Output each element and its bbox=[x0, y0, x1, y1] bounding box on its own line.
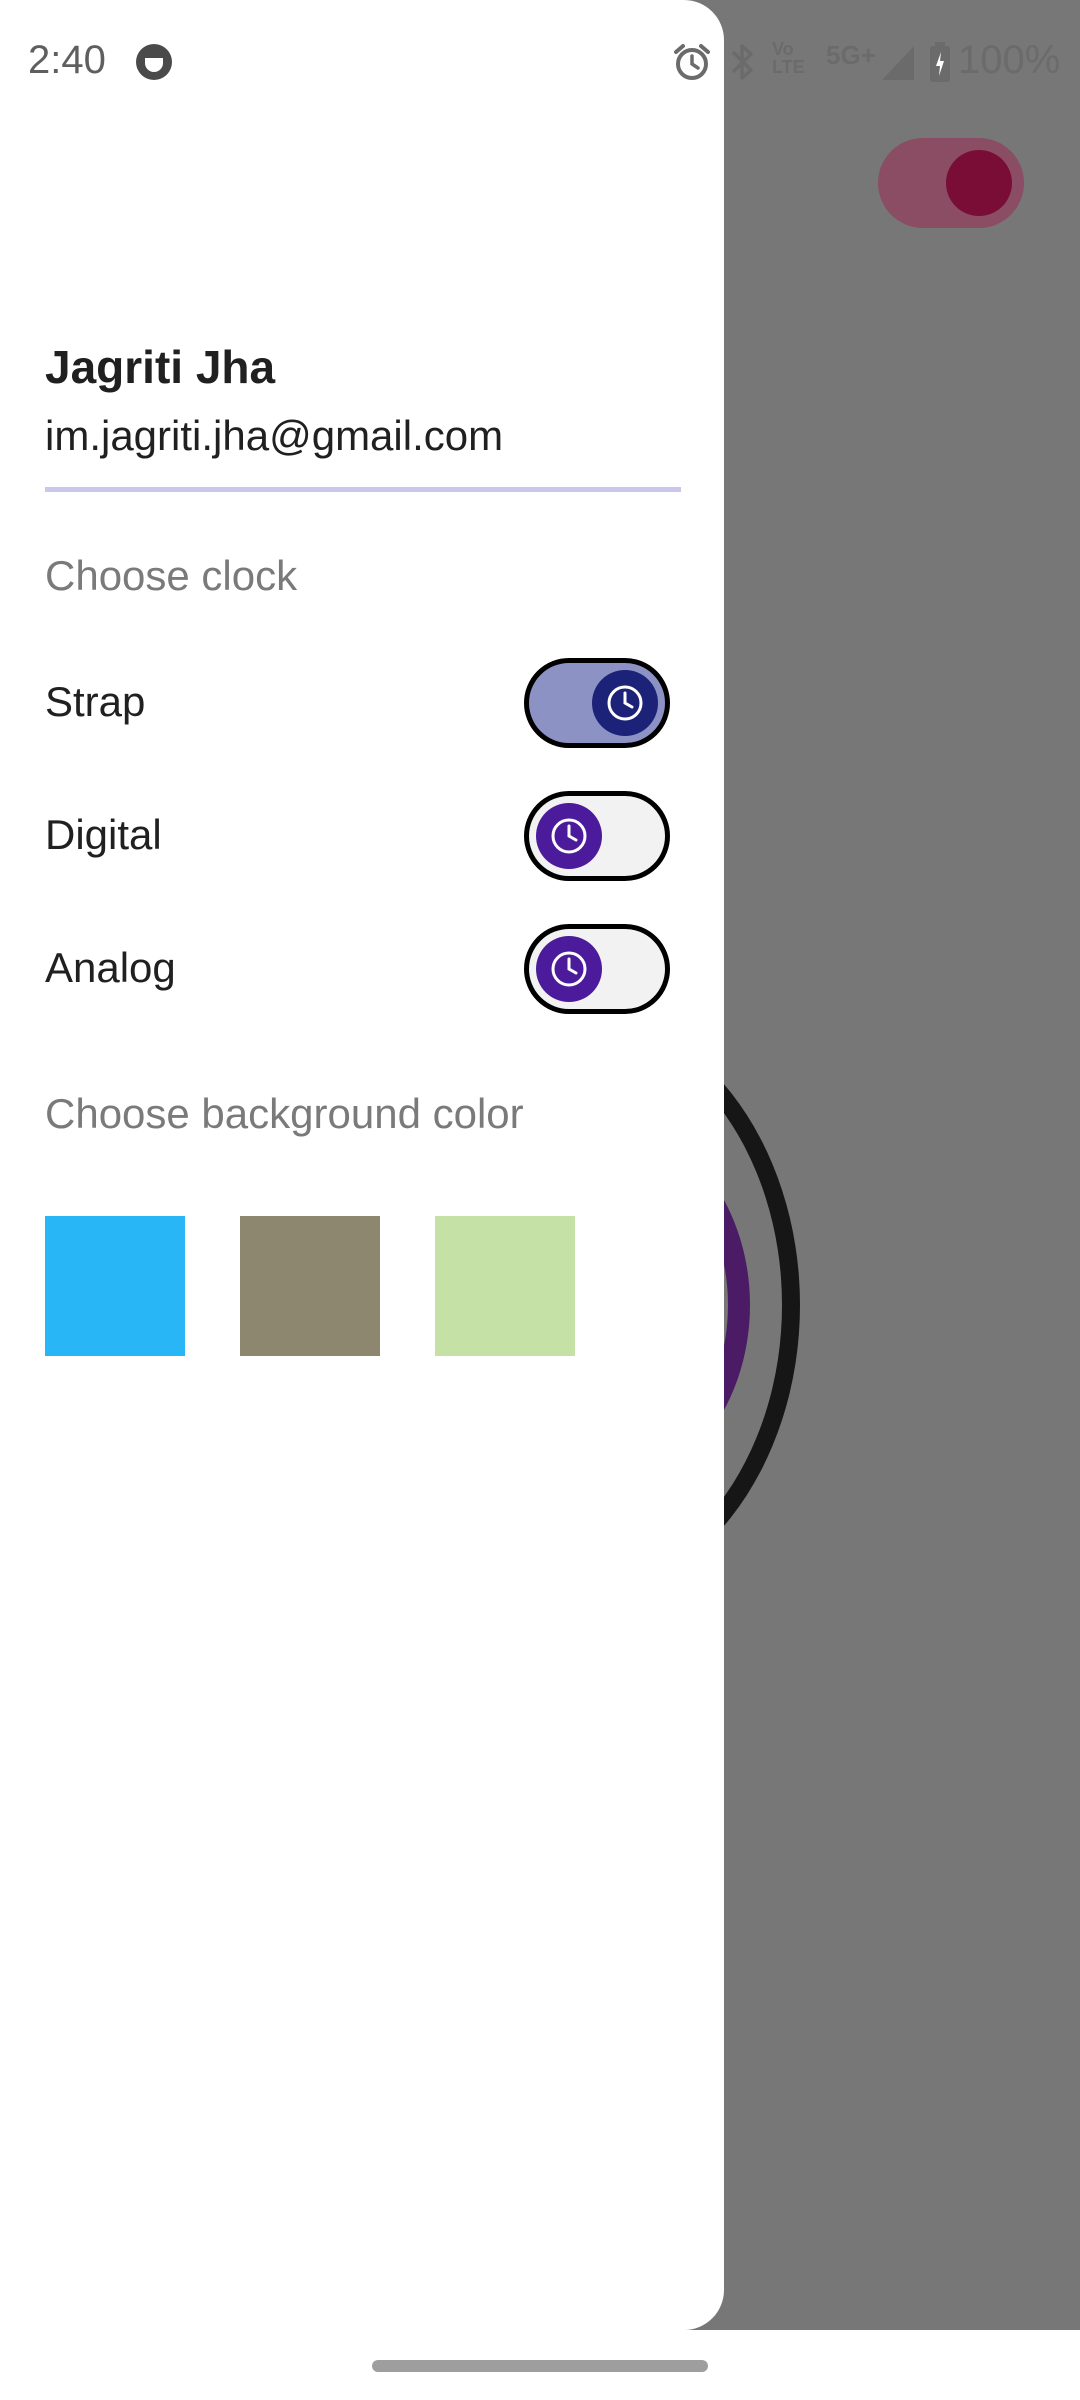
battery-percent: 100% bbox=[958, 38, 1061, 82]
clock-option-digital: Digital bbox=[0, 781, 724, 891]
volte-icon: Vo LTE bbox=[772, 39, 805, 77]
color-swatch-khaki[interactable] bbox=[240, 1216, 380, 1356]
clock-icon bbox=[536, 936, 602, 1002]
status-time: 2:40 bbox=[28, 38, 106, 82]
choose-clock-title: Choose clock bbox=[45, 552, 298, 599]
strap-switch[interactable] bbox=[524, 658, 670, 748]
face-icon bbox=[136, 44, 172, 80]
user-name: Jagriti Jha bbox=[45, 341, 276, 393]
bluetooth-icon bbox=[731, 44, 753, 80]
clock-icon bbox=[536, 803, 602, 869]
clock-option-label: Digital bbox=[45, 811, 162, 858]
clock-option-label: Analog bbox=[45, 944, 176, 991]
user-email: im.jagriti.jha@gmail.com bbox=[45, 412, 504, 459]
background-toggle-thumb bbox=[946, 150, 1012, 216]
gesture-navigation-handle[interactable] bbox=[372, 2360, 708, 2372]
clock-option-strap: Strap bbox=[0, 648, 724, 758]
digital-switch[interactable] bbox=[524, 791, 670, 881]
header-divider bbox=[45, 487, 681, 492]
background-toggle bbox=[878, 138, 1024, 228]
choose-background-color-title: Choose background color bbox=[45, 1090, 524, 1137]
5g-icon: 5G+ bbox=[826, 40, 876, 70]
clock-icon bbox=[592, 670, 658, 736]
color-swatch-green[interactable] bbox=[435, 1216, 575, 1356]
analog-switch[interactable] bbox=[524, 924, 670, 1014]
battery-icon bbox=[930, 42, 950, 82]
alarm-icon bbox=[674, 44, 710, 80]
color-swatch-blue[interactable] bbox=[45, 1216, 185, 1356]
navigation-drawer: Jagriti Jha im.jagriti.jha@gmail.com Cho… bbox=[0, 0, 724, 2330]
clock-option-analog: Analog bbox=[0, 914, 724, 1024]
clock-option-label: Strap bbox=[45, 678, 146, 725]
status-bar: 2:40 Vo LTE 5G+ 100% bbox=[0, 0, 1080, 128]
signal-icon bbox=[882, 46, 914, 80]
